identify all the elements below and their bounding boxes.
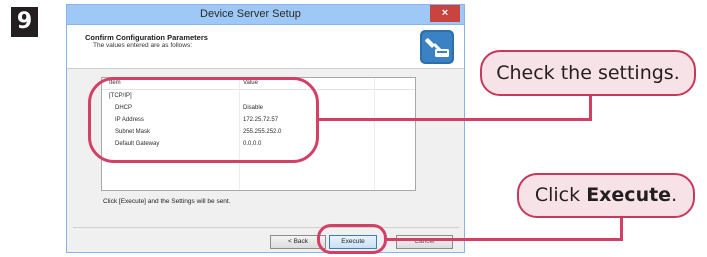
step-number-badge: 9 — [11, 7, 38, 37]
connector-line — [319, 118, 592, 121]
callout-text: Check the settings. — [496, 62, 680, 84]
column-divider — [374, 78, 375, 190]
instruction-text: Click [Execute] and the Settings will be… — [103, 198, 231, 205]
close-button[interactable]: × — [430, 5, 460, 22]
connector-line — [387, 238, 623, 241]
settings-highlight-ring — [88, 77, 319, 163]
callout-prefix: Click — [534, 184, 587, 206]
title-bar[interactable]: Device Server Setup × — [67, 5, 464, 25]
header-subtitle: The values entered are as follows: — [93, 42, 192, 49]
dialog-header: Confirm Configuration Parameters The val… — [67, 25, 464, 69]
connector-line — [589, 95, 592, 121]
callout-emphasis: Execute — [586, 184, 672, 206]
network-settings-icon — [420, 30, 454, 64]
check-settings-callout: Check the settings. — [480, 50, 696, 96]
callout-suffix: . — [671, 184, 678, 206]
connector-line — [620, 216, 623, 241]
window-title: Device Server Setup — [200, 8, 301, 20]
click-execute-callout: Click Execute. — [517, 173, 695, 218]
divider — [73, 227, 459, 228]
execute-highlight-ring — [317, 224, 387, 254]
header-title: Confirm Configuration Parameters — [85, 33, 208, 42]
